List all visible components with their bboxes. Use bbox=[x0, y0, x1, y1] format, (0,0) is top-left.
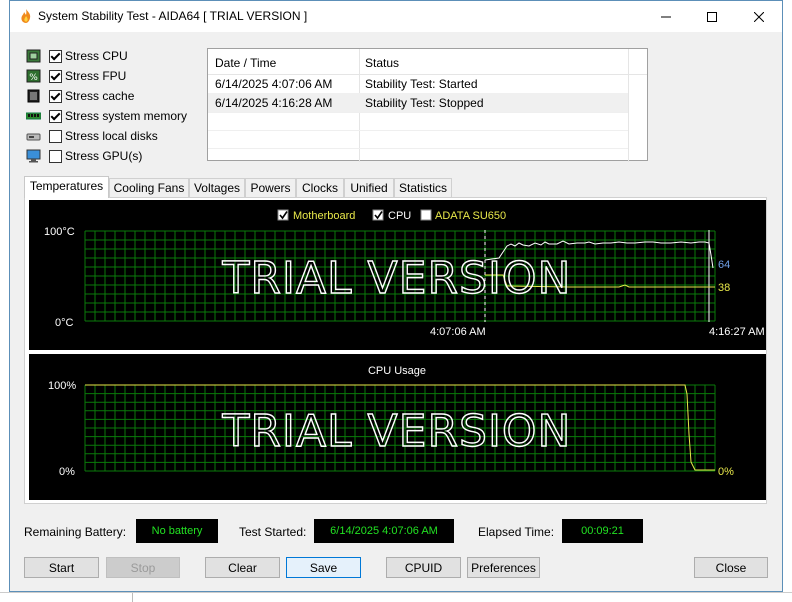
tab-powers[interactable]: Powers bbox=[245, 178, 296, 197]
close-button[interactable]: Close bbox=[694, 557, 768, 578]
log-header-time[interactable]: Date / Time bbox=[215, 56, 276, 70]
stress-gpu-checkbox[interactable] bbox=[49, 150, 62, 163]
battery-value: No battery bbox=[136, 519, 218, 543]
temp-x-start-label: 4:07:06 AM bbox=[430, 326, 486, 338]
stress-memory-label: Stress system memory bbox=[65, 109, 188, 123]
minimize-icon bbox=[661, 16, 671, 17]
log-row[interactable]: 6/14/2025 4:16:28 AM Stability Test: Sto… bbox=[208, 93, 628, 112]
log-row-time: 6/14/2025 4:07:06 AM bbox=[215, 77, 333, 91]
temperature-graph: Motherboard CPU ADATA SU650 100°C 0°C 4:… bbox=[29, 200, 766, 350]
memory-module-icon bbox=[26, 112, 41, 120]
close-icon bbox=[754, 11, 764, 22]
temp-x-end-label: 4:16:27 AM bbox=[709, 326, 765, 338]
title-bar[interactable]: System Stability Test - AIDA64 [ TRIAL V… bbox=[10, 1, 782, 32]
cpu-y-min-label: 0% bbox=[59, 466, 75, 478]
svg-text:%: % bbox=[29, 73, 38, 83]
stress-cache-checkbox[interactable] bbox=[49, 90, 62, 103]
window-title: System Stability Test - AIDA64 [ TRIAL V… bbox=[38, 9, 308, 23]
tab-voltages[interactable]: Voltages bbox=[189, 178, 245, 197]
clear-button[interactable]: Clear bbox=[205, 557, 280, 578]
log-header-status[interactable]: Status bbox=[365, 56, 399, 70]
monitor-icon bbox=[26, 149, 41, 163]
legend-adata[interactable]: ADATA SU650 bbox=[420, 209, 506, 222]
stress-cpu-label: Stress CPU bbox=[65, 49, 128, 63]
temp-y-max-label: 100°C bbox=[44, 226, 75, 238]
trial-watermark: TRIAL VERSION bbox=[222, 253, 572, 304]
tab-unified[interactable]: Unified bbox=[344, 178, 394, 197]
stress-memory-option[interactable]: Stress system memory bbox=[24, 107, 224, 127]
legend-motherboard-label: Motherboard bbox=[293, 210, 355, 222]
motherboard-temperature-value: 38 bbox=[718, 282, 730, 294]
tab-clocks[interactable]: Clocks bbox=[296, 178, 344, 197]
disk-drive-icon bbox=[26, 133, 41, 141]
preferences-button[interactable]: Preferences bbox=[467, 557, 540, 578]
tab-cooling-fans[interactable]: Cooling Fans bbox=[109, 178, 189, 197]
tab-statistics[interactable]: Statistics bbox=[394, 178, 452, 197]
legend-adata-label: ADATA SU650 bbox=[435, 210, 506, 222]
log-row-status: Stability Test: Stopped bbox=[365, 96, 484, 110]
log-row-status: Stability Test: Started bbox=[365, 77, 478, 91]
stress-cache-label: Stress cache bbox=[65, 89, 135, 103]
stress-disks-label: Stress local disks bbox=[65, 129, 158, 143]
legend-motherboard[interactable]: Motherboard bbox=[277, 209, 355, 222]
cpu-usage-value: 0% bbox=[718, 466, 734, 478]
cache-chip-icon bbox=[27, 89, 40, 103]
elapsed-time-label: Elapsed Time: bbox=[478, 525, 555, 539]
test-started-value: 6/14/2025 4:07:06 AM bbox=[314, 519, 454, 543]
cpu-usage-title: CPU Usage bbox=[368, 365, 426, 377]
stress-cpu-option[interactable]: Stress CPU bbox=[24, 47, 224, 67]
stress-disks-option[interactable]: Stress local disks bbox=[24, 127, 224, 147]
log-row-time: 6/14/2025 4:16:28 AM bbox=[215, 96, 333, 110]
stress-disks-checkbox[interactable] bbox=[49, 130, 62, 143]
legend-cpu-label: CPU bbox=[388, 210, 411, 222]
elapsed-time-value: 00:09:21 bbox=[562, 519, 643, 543]
stress-gpu-label: Stress GPU(s) bbox=[65, 149, 143, 163]
minimize-button[interactable] bbox=[643, 1, 689, 32]
stress-fpu-label: Stress FPU bbox=[65, 69, 127, 83]
cpu-temperature-value: 64 bbox=[718, 259, 730, 271]
temperature-graph-canvas: Motherboard CPU ADATA SU650 100°C 0°C 4:… bbox=[44, 209, 765, 338]
tab-temperatures[interactable]: Temperatures bbox=[24, 176, 109, 198]
fpu-chip-icon: % bbox=[26, 69, 41, 83]
test-started-label: Test Started: bbox=[239, 525, 307, 539]
stress-fpu-checkbox[interactable] bbox=[49, 70, 62, 83]
stress-memory-checkbox[interactable] bbox=[49, 110, 62, 123]
stress-fpu-option[interactable]: % Stress FPU bbox=[24, 67, 224, 87]
stress-cpu-checkbox[interactable] bbox=[49, 50, 62, 63]
save-button[interactable]: Save bbox=[286, 557, 361, 578]
log-row[interactable]: 6/14/2025 4:07:06 AM Stability Test: Sta… bbox=[208, 74, 628, 93]
stop-button[interactable]: Stop bbox=[106, 557, 180, 578]
flame-icon bbox=[21, 9, 31, 23]
event-log-table[interactable]: Date / Time Status 6/14/2025 4:07:06 AM … bbox=[207, 48, 648, 162]
temperature-legend: Motherboard CPU ADATA SU650 bbox=[277, 209, 506, 222]
log-header: Date / Time Status bbox=[208, 49, 647, 75]
cpuid-button[interactable]: CPUID bbox=[386, 557, 461, 578]
maximize-button[interactable] bbox=[689, 1, 735, 32]
temp-y-min-label: 0°C bbox=[55, 317, 74, 329]
stress-cache-option[interactable]: Stress cache bbox=[24, 87, 224, 107]
stress-gpu-option[interactable]: Stress GPU(s) bbox=[24, 147, 224, 167]
cpu-y-max-label: 100% bbox=[48, 380, 76, 392]
cpu-usage-graph: CPU Usage 100% 0% 0% TRIAL VERSION bbox=[29, 354, 766, 500]
close-window-button[interactable] bbox=[736, 1, 782, 32]
maximize-icon bbox=[707, 11, 717, 22]
legend-cpu[interactable]: CPU bbox=[372, 209, 411, 222]
battery-label: Remaining Battery: bbox=[24, 525, 127, 539]
cpu-usage-canvas: CPU Usage 100% 0% 0% TRIAL VERSION bbox=[48, 365, 734, 478]
stability-test-window: System Stability Test - AIDA64 [ TRIAL V… bbox=[9, 0, 783, 592]
trial-watermark: TRIAL VERSION bbox=[222, 406, 572, 457]
start-button[interactable]: Start bbox=[24, 557, 99, 578]
cpu-chip-icon bbox=[26, 49, 41, 63]
